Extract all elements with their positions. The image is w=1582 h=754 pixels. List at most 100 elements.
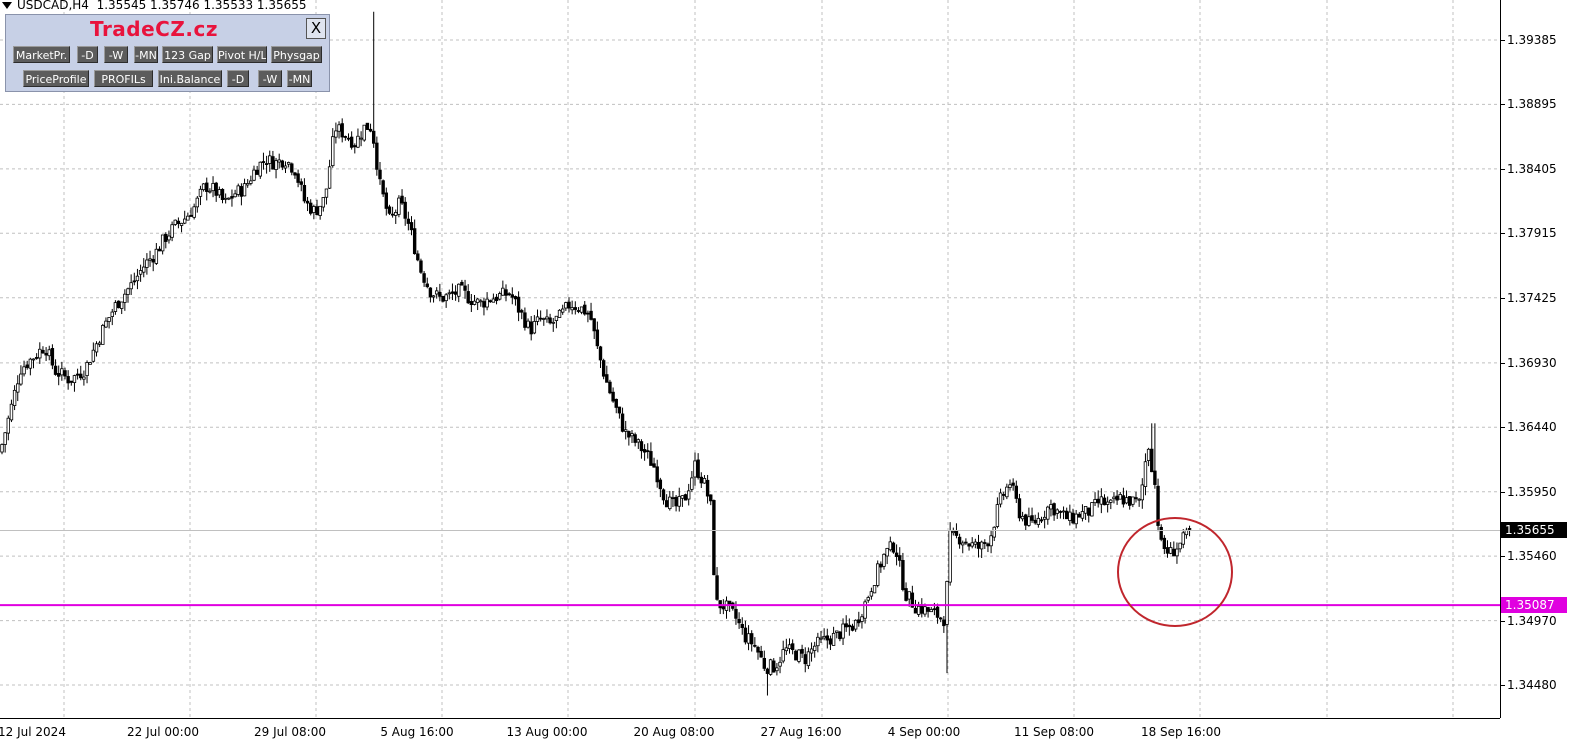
candle-body [72, 375, 77, 384]
balance-week-button[interactable]: -W [258, 70, 282, 87]
candle-body [847, 624, 852, 628]
candle-body [375, 142, 379, 170]
candle-body [47, 349, 51, 357]
candle-body [277, 159, 281, 163]
candle-body [772, 660, 776, 673]
candle-body [1162, 537, 1167, 550]
candle-body [784, 647, 789, 652]
candle-body [907, 591, 911, 600]
candle-body [970, 542, 974, 547]
candle-body [116, 300, 121, 309]
candle-body [123, 293, 127, 303]
candle-body [1134, 497, 1138, 500]
price-axis[interactable]: 1.39385 1.38895 1.38405 1.37915 1.37425 1.369… [1500, 0, 1582, 718]
candle-body [368, 128, 373, 132]
candle-body [346, 137, 351, 140]
price-tick-label: 1.34480 [1507, 678, 1557, 692]
candle-body [655, 466, 659, 483]
candle-body [526, 320, 530, 328]
candle-body [400, 195, 404, 204]
price-tick-mark [1501, 168, 1505, 170]
candle-body [888, 541, 892, 551]
price-chart[interactable] [0, 0, 1500, 718]
candle-body [154, 248, 159, 264]
candle-body [872, 585, 877, 594]
candle-body [976, 541, 981, 549]
market-day-button[interactable]: -D [77, 46, 98, 63]
physgap-button[interactable]: Physgap [271, 46, 322, 63]
candle-body [649, 451, 653, 466]
tradecz-panel: TradeCZ.cz X MarketPr. -D -W -MN 123 Gap… [5, 14, 330, 92]
candle-body [469, 301, 474, 306]
time-tick-label: 11 Sep 08:00 [1013, 725, 1095, 739]
candle-body [1131, 496, 1135, 505]
candle-body [182, 218, 187, 224]
market-month-button[interactable]: -MN [134, 46, 158, 63]
time-tick-label: 22 Jul 00:00 [127, 725, 199, 739]
candle-body [3, 432, 7, 445]
candle-body [1146, 448, 1151, 461]
candle-body [340, 123, 344, 138]
candle-body [658, 479, 663, 490]
candle-body [305, 200, 310, 204]
price-tick-mark [1501, 556, 1505, 558]
candle-body [447, 292, 451, 295]
candle-body [939, 617, 943, 620]
candle-body [627, 431, 631, 438]
candle-body [913, 607, 918, 614]
candle-body [387, 206, 392, 214]
current-price-badge: 1.35655 [1501, 522, 1567, 539]
balance-day-button[interactable]: -D [227, 70, 249, 87]
initial-balance-button[interactable]: Ini.Balance [158, 70, 222, 87]
candle-body [1128, 496, 1132, 506]
profils-button[interactable]: PROFILs [94, 70, 153, 87]
candle-body [12, 389, 17, 406]
candle-body [567, 301, 571, 309]
time-tick-label: 18 Sep 16:00 [1140, 725, 1222, 739]
candle-body [271, 156, 275, 170]
candle-body [702, 478, 707, 484]
candle-body [88, 362, 92, 365]
candle-body [1181, 532, 1185, 545]
candle-body [1042, 516, 1047, 520]
candle-body [923, 606, 927, 615]
balance-month-button[interactable]: -MN [287, 70, 312, 87]
market-week-button[interactable]: -W [104, 46, 128, 63]
candle-body [475, 298, 480, 303]
candle-body [797, 649, 801, 662]
candle-body [41, 349, 45, 354]
market-profile-button[interactable]: MarketPr. [13, 46, 70, 63]
time-tick-label: 20 Aug 08:00 [633, 725, 715, 739]
candle-body [671, 497, 675, 500]
candle-body [715, 575, 719, 600]
candle-body [274, 160, 278, 170]
candle-body [617, 406, 622, 414]
candle-body [362, 124, 366, 141]
candle-body [964, 541, 968, 544]
candle-body [687, 490, 691, 500]
chart-area[interactable] [0, 0, 1500, 718]
candle-body [1093, 499, 1097, 504]
candle-body [775, 667, 779, 672]
candle-body [816, 636, 820, 647]
candle-body [334, 130, 338, 138]
time-axis[interactable]: 12 Jul 2024 22 Jul 00:00 29 Jul 08:00 5 Aug… [0, 718, 1500, 754]
candle-body [16, 383, 20, 393]
candle-body [82, 376, 86, 380]
candle-body [479, 300, 483, 303]
candle-body [557, 309, 562, 318]
price-profile-button[interactable]: PriceProfile [23, 70, 89, 87]
dropdown-triangle-icon[interactable] [2, 2, 12, 9]
panel-close-button[interactable]: X [306, 18, 326, 39]
candle-body [1168, 547, 1173, 554]
candle-body [290, 163, 294, 173]
candle-body [979, 541, 984, 550]
candle-body [113, 302, 118, 312]
candle-body [444, 294, 448, 302]
candle-body [343, 136, 348, 138]
candle-body [6, 417, 10, 434]
pivot-hl-button[interactable]: Pivot H/L [217, 46, 267, 63]
candle-body [1065, 510, 1069, 520]
gap-123-button[interactable]: 123 Gap [162, 46, 213, 63]
candle-body [1011, 482, 1015, 486]
